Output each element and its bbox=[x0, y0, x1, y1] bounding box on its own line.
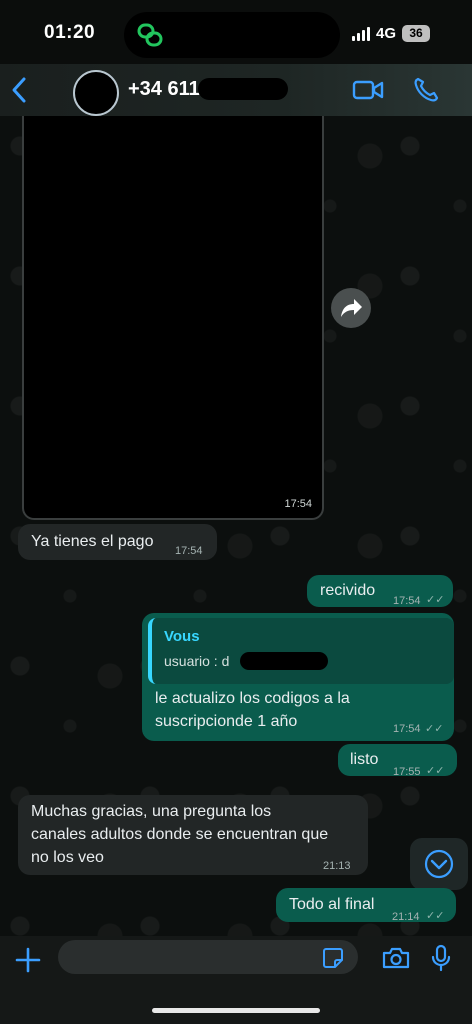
read-ticks-icon: ✓✓ bbox=[426, 765, 445, 777]
phone-icon[interactable] bbox=[412, 76, 440, 104]
status-indicators: 4G 36 bbox=[352, 25, 431, 42]
forward-arrow-icon bbox=[341, 299, 362, 317]
status-bar: 01:20 4G 36 bbox=[0, 0, 472, 64]
chat-header: +34 611 bbox=[0, 64, 472, 116]
message-outgoing[interactable]: listo 17:55 ✓✓ bbox=[338, 744, 457, 778]
message-text: listo bbox=[350, 751, 379, 768]
message-input[interactable] bbox=[58, 940, 358, 974]
scroll-to-bottom-button[interactable] bbox=[410, 838, 468, 890]
message-time: 21:14 bbox=[392, 911, 420, 923]
sticker-icon[interactable] bbox=[322, 947, 344, 969]
message-text-line: Muchas gracias, una pregunta los bbox=[31, 803, 272, 820]
message-text-line: suscripcionde 1 año bbox=[155, 713, 298, 730]
message-outgoing[interactable]: recivido 17:54 ✓✓ bbox=[307, 575, 453, 607]
message-time: 17:54 bbox=[393, 595, 421, 607]
plus-icon[interactable] bbox=[14, 946, 42, 974]
chevron-left-icon[interactable] bbox=[10, 76, 28, 104]
quoted-message[interactable]: Vous usuario : d bbox=[148, 618, 454, 684]
forward-button[interactable] bbox=[331, 288, 371, 328]
message-incoming[interactable]: Muchas gracias, una pregunta los canales… bbox=[18, 795, 368, 875]
message-time: 17:54 bbox=[393, 723, 421, 735]
message-time: 17:54 bbox=[175, 545, 203, 557]
message-time: 21:13 bbox=[323, 860, 351, 872]
home-indicator[interactable] bbox=[152, 1008, 320, 1013]
message-text-line: canales adultos donde se encuentran que bbox=[31, 826, 329, 843]
message-time: 17:54 bbox=[284, 498, 312, 510]
media-message[interactable]: 17:54 bbox=[22, 116, 324, 520]
read-ticks-icon: ✓✓ bbox=[426, 910, 445, 922]
message-text: Ya tienes el pago bbox=[31, 533, 154, 550]
read-ticks-icon: ✓✓ bbox=[426, 594, 445, 606]
redaction-mark bbox=[240, 652, 328, 670]
message-text-line: no los veo bbox=[31, 849, 104, 866]
message-outgoing[interactable]: Todo al final 21:14 ✓✓ bbox=[276, 888, 456, 923]
battery-icon: 36 bbox=[402, 25, 431, 42]
dynamic-island bbox=[124, 12, 340, 58]
redaction-mark bbox=[198, 78, 288, 100]
quote-author: Vous bbox=[164, 628, 200, 645]
message-text-line: le actualizo los codigos a la bbox=[155, 690, 350, 707]
message-text: recivido bbox=[320, 582, 376, 599]
read-ticks-icon: ✓✓ bbox=[425, 723, 444, 735]
signal-icon bbox=[352, 26, 370, 41]
link-icon bbox=[137, 23, 163, 47]
network-type: 4G bbox=[376, 25, 397, 42]
contact-name[interactable]: +34 611 bbox=[128, 78, 200, 101]
microphone-icon[interactable] bbox=[431, 944, 451, 972]
quote-text: usuario : d bbox=[164, 653, 230, 669]
chevron-down-icon bbox=[424, 849, 454, 879]
message-incoming[interactable]: Ya tienes el pago 17:54 bbox=[18, 524, 217, 560]
avatar[interactable] bbox=[73, 70, 119, 116]
status-time: 01:20 bbox=[44, 22, 96, 43]
message-time: 17:55 bbox=[393, 766, 421, 778]
camera-icon[interactable] bbox=[381, 946, 411, 970]
video-camera-icon[interactable] bbox=[352, 78, 384, 102]
message-text: Todo al final bbox=[289, 896, 375, 913]
